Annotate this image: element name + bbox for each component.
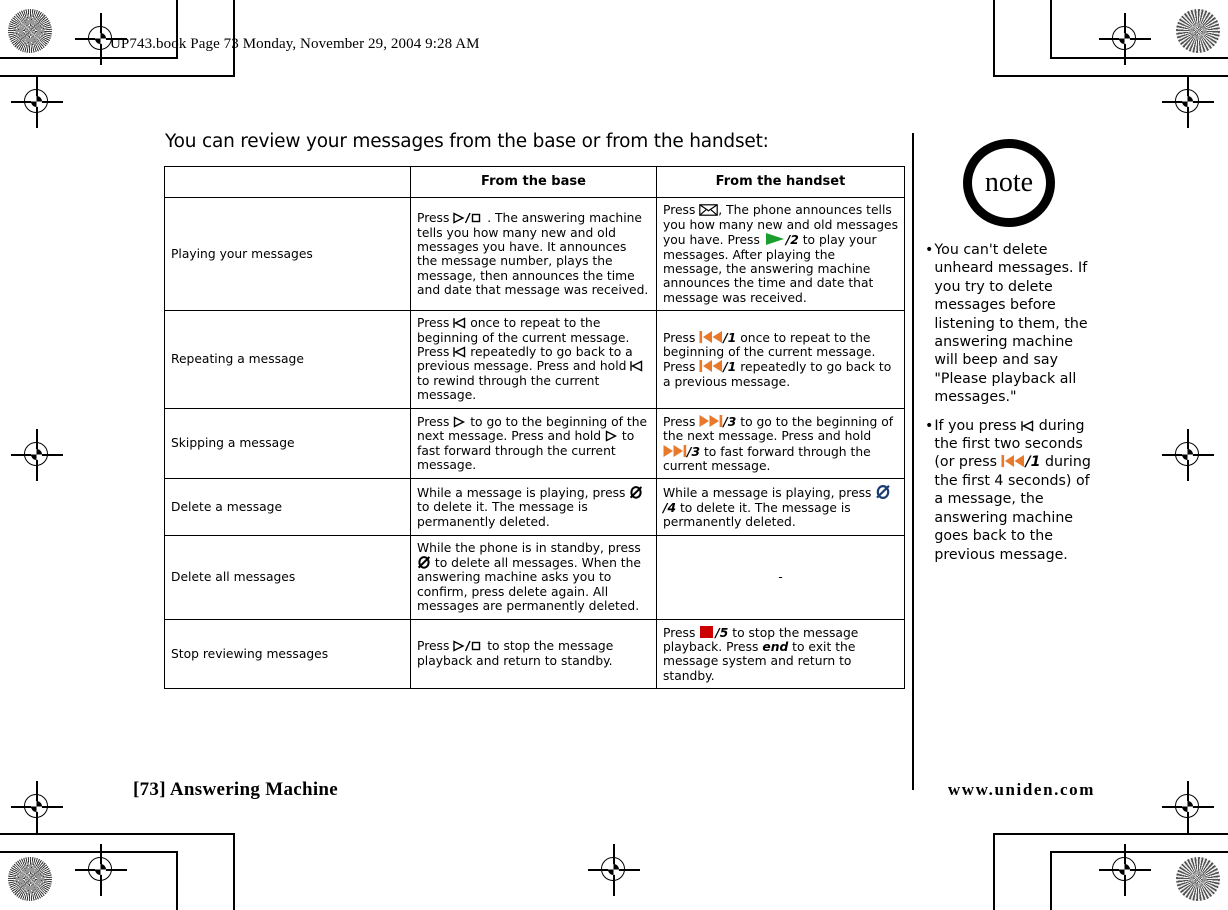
note-list-item: • If you press during the first two secon… bbox=[925, 417, 1100, 564]
rewind-outline-icon bbox=[453, 346, 466, 358]
key-label: /2 bbox=[785, 233, 799, 248]
table-row: Repeating a message Press once to repeat … bbox=[164, 310, 905, 409]
page-intro-text: You can review your messages from the ba… bbox=[165, 131, 769, 152]
crop-rule bbox=[1050, 57, 1228, 59]
starburst-mark bbox=[8, 9, 52, 53]
col-header-handset: From the handset bbox=[656, 165, 905, 199]
crop-rule bbox=[0, 833, 235, 835]
table-row: Skipping a message Press to go to the beg… bbox=[164, 407, 905, 480]
crop-rule bbox=[1050, 851, 1052, 910]
delete-blue-icon bbox=[875, 484, 891, 500]
forward-outline-icon bbox=[605, 430, 618, 442]
from-the-base-cell: Press to stop the message playback and r… bbox=[410, 618, 657, 690]
from-the-handset-cell: Press /5 to stop the message playback. P… bbox=[656, 618, 905, 690]
crop-rule bbox=[993, 833, 995, 910]
from-the-base-cell: Press . The answering machine tells you … bbox=[410, 197, 657, 312]
rewind-orange-icon bbox=[1001, 454, 1025, 468]
from-the-handset-cell: While a message is playing, press /4 to … bbox=[656, 478, 905, 536]
registration-mark bbox=[1099, 13, 1151, 65]
table-row: Playing your messages Press . The answeri… bbox=[164, 197, 905, 312]
forward-orange-icon bbox=[699, 414, 723, 428]
starburst-mark bbox=[1176, 9, 1220, 53]
row-label-cell: Delete a message bbox=[164, 478, 411, 536]
registration-mark bbox=[11, 781, 63, 833]
key-label: /5 bbox=[715, 625, 729, 640]
registration-mark bbox=[1162, 76, 1214, 128]
key-label: /3 bbox=[723, 414, 737, 429]
table-body: Playing your messages Press . The answeri… bbox=[164, 197, 905, 690]
message-review-table: From the base From the handset Playing y… bbox=[164, 165, 905, 690]
col-header-base: From the base bbox=[410, 165, 657, 199]
bullet-icon: • bbox=[925, 242, 934, 258]
crop-rule bbox=[233, 833, 235, 910]
crop-rule bbox=[0, 75, 235, 77]
sidebar-divider-rule bbox=[912, 133, 914, 790]
row-label-cell: Repeating a message bbox=[164, 310, 411, 409]
table-row: Stop reviewing messages Press to stop the… bbox=[164, 618, 905, 690]
row-label-cell: Skipping a message bbox=[164, 407, 411, 480]
from-the-handset-cell: Press /1 once to repeat to the beginning… bbox=[656, 310, 905, 409]
from-the-handset-cell: Press /3 to go to the beginning of the n… bbox=[656, 407, 905, 480]
table-row: Delete all messages While the phone is in… bbox=[164, 534, 905, 620]
delete-black-icon bbox=[629, 485, 643, 499]
note-list-item: • You can't delete unheard messages. If y… bbox=[925, 241, 1100, 407]
table-header-row: From the base From the handset bbox=[164, 165, 905, 199]
rewind-outline-icon bbox=[630, 360, 643, 373]
row-label-cell: Delete all messages bbox=[164, 534, 411, 620]
file-header: UP743.book Page 73 Monday, November 29, … bbox=[110, 36, 480, 52]
row-label-cell: Stop reviewing messages bbox=[164, 618, 411, 690]
registration-mark bbox=[1099, 844, 1151, 896]
bullet-icon: • bbox=[925, 417, 934, 434]
from-the-base-cell: Press once to repeat to the beginning of… bbox=[410, 310, 657, 409]
registration-mark bbox=[11, 429, 63, 481]
crop-rule bbox=[0, 57, 178, 59]
play-stop-outline-icon bbox=[453, 212, 483, 224]
row-label-cell: Playing your messages bbox=[164, 197, 411, 312]
delete-black-icon bbox=[417, 555, 431, 569]
key-label: /1 bbox=[723, 330, 737, 345]
registration-mark bbox=[11, 76, 63, 128]
registration-mark bbox=[1162, 781, 1214, 833]
note-badge-icon: note bbox=[963, 139, 1055, 227]
registration-mark bbox=[75, 844, 127, 896]
rewind-orange-icon bbox=[699, 330, 723, 344]
registration-mark bbox=[588, 844, 640, 896]
key-label: /4 bbox=[663, 500, 677, 515]
from-the-handset-cell: Press , The phone announces tells you ho… bbox=[656, 197, 905, 312]
col-header-blank bbox=[164, 165, 411, 199]
crop-rule bbox=[993, 833, 1228, 835]
starburst-mark bbox=[8, 857, 52, 901]
crop-rule bbox=[176, 851, 178, 910]
rewind-orange-icon bbox=[699, 359, 723, 373]
note-item-text: You can't delete unheard messages. If yo… bbox=[934, 242, 1088, 406]
envelope-icon bbox=[699, 204, 719, 217]
crop-rule bbox=[993, 75, 1228, 77]
forward-orange-icon bbox=[663, 444, 687, 458]
starburst-mark bbox=[1176, 857, 1220, 901]
table-row: Delete a message While a message is playi… bbox=[164, 478, 905, 536]
forward-outline-icon bbox=[453, 416, 466, 428]
rewind-outline-icon bbox=[1021, 420, 1034, 432]
registration-mark bbox=[1162, 429, 1214, 481]
from-the-base-cell: Press to go to the beginning of the next… bbox=[410, 407, 657, 480]
crop-rule bbox=[1050, 0, 1052, 59]
crop-rule bbox=[993, 0, 995, 77]
note-item-text: If you press during the first two second… bbox=[934, 417, 1091, 563]
emphasis-text: end bbox=[762, 639, 789, 654]
from-the-base-cell: While a message is playing, press to del… bbox=[410, 478, 657, 536]
key-label: /1 bbox=[723, 360, 737, 375]
stop-red-icon bbox=[699, 625, 715, 639]
footer-website-url: www.uniden.com bbox=[947, 780, 1095, 799]
key-label: /1 bbox=[1025, 454, 1041, 471]
note-list: • You can't delete unheard messages. If y… bbox=[925, 241, 1100, 574]
from-the-handset-cell: - bbox=[656, 534, 905, 620]
play-green-icon bbox=[764, 232, 786, 246]
from-the-base-cell: While the phone is in standby, press to … bbox=[410, 534, 657, 620]
footer-page-label: [73] Answering Machine bbox=[133, 779, 339, 800]
play-stop-outline-icon bbox=[453, 640, 483, 653]
rewind-outline-icon bbox=[453, 317, 466, 329]
key-label: /3 bbox=[687, 444, 701, 459]
